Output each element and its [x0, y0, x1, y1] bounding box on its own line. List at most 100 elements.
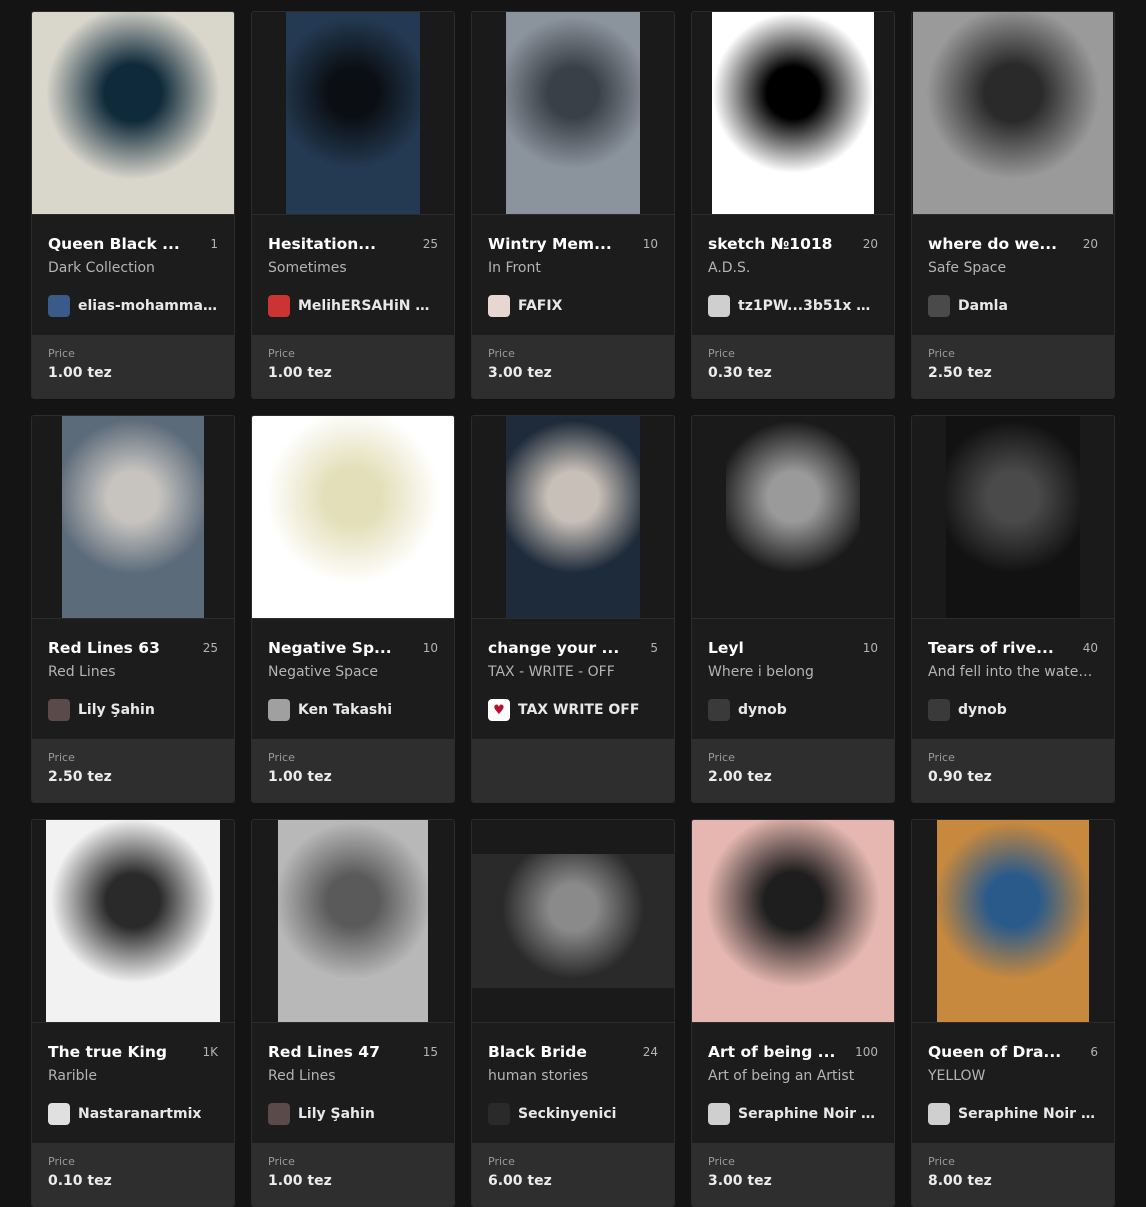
artwork-title[interactable]: Art of being ...: [708, 1043, 835, 1061]
artwork-title[interactable]: Red Lines 47: [268, 1043, 380, 1061]
price-box[interactable]: Price 3.00 tez: [472, 335, 674, 398]
artist-link[interactable]: Seraphine Noir @...: [708, 1102, 878, 1126]
artist-link[interactable]: Ken Takashi: [268, 698, 438, 722]
artist-link[interactable]: elias-mohammadi ..: [48, 294, 218, 318]
artwork-thumbnail[interactable]: [472, 12, 674, 215]
artist-link[interactable]: tz1PW...3b51x @s...: [708, 294, 878, 318]
artwork-title[interactable]: Red Lines 63: [48, 639, 160, 657]
collection-name[interactable]: In Front: [488, 260, 658, 276]
artwork-thumbnail[interactable]: [32, 12, 234, 215]
price-box[interactable]: Price 2.50 tez: [912, 335, 1114, 398]
collection-name[interactable]: Rarible: [48, 1068, 218, 1084]
artwork-card[interactable]: Wintry Mem... 10 In Front FAFIX Price 3.00 te…: [471, 11, 675, 399]
price-box[interactable]: Price 0.90 tez: [912, 739, 1114, 802]
avatar-icon: [48, 295, 70, 317]
price-box[interactable]: Price 1.00 tez: [252, 739, 454, 802]
artist-link[interactable]: Lily Şahin: [268, 1102, 438, 1126]
artwork-card[interactable]: Negative Sp... 10 Negative Space Ken Takash…: [251, 415, 455, 803]
artwork-card[interactable]: The true King 1K Rarible Nastaranartmix Pric…: [31, 819, 235, 1207]
collection-name[interactable]: Negative Space: [268, 664, 438, 680]
artwork-thumbnail[interactable]: [912, 12, 1114, 215]
artist-link[interactable]: Seckinyenici: [488, 1102, 658, 1126]
artist-link[interactable]: Damla: [928, 294, 1098, 318]
artwork-title[interactable]: Leyl: [708, 639, 744, 657]
artwork-card[interactable]: Tears of rive... 40 And fell into the wate…: [911, 415, 1115, 803]
artwork-thumbnail[interactable]: [252, 12, 454, 215]
artwork-thumbnail[interactable]: [252, 820, 454, 1023]
price-label: Price: [48, 1155, 75, 1168]
collection-name[interactable]: A.D.S.: [708, 260, 878, 276]
artwork-card[interactable]: where do we... 20 Safe Space Damla Price 2.50…: [911, 11, 1115, 399]
avatar-icon: [708, 295, 730, 317]
price-box[interactable]: [472, 739, 674, 802]
collection-name[interactable]: YELLOW: [928, 1068, 1098, 1084]
collection-name[interactable]: Red Lines: [48, 664, 218, 680]
artwork-title[interactable]: sketch №1018: [708, 235, 832, 253]
artwork-thumbnail[interactable]: [692, 416, 894, 619]
artwork-card[interactable]: sketch №1018 20 A.D.S. tz1PW...3b51x @s... P…: [691, 11, 895, 399]
price-box[interactable]: Price 6.00 tez: [472, 1143, 674, 1206]
artwork-card[interactable]: change your ... 5 TAX - WRITE - OFF ♥ TAX WR…: [471, 415, 675, 803]
price-box[interactable]: Price 1.00 tez: [252, 1143, 454, 1206]
artist-link[interactable]: Seraphine Noir @...: [928, 1102, 1098, 1126]
artwork-card[interactable]: Art of being ... 100 Art of being an Artis…: [691, 819, 895, 1207]
price-box[interactable]: Price 3.00 tez: [692, 1143, 894, 1206]
collection-name[interactable]: Art of being an Artist: [708, 1068, 878, 1084]
price-box[interactable]: Price 0.30 tez: [692, 335, 894, 398]
price-box[interactable]: Price 8.00 tez: [912, 1143, 1114, 1206]
artwork-thumbnail[interactable]: [912, 416, 1114, 619]
artist-link[interactable]: dynob: [928, 698, 1098, 722]
price-box[interactable]: Price 1.00 tez: [252, 335, 454, 398]
artist-link[interactable]: MelihERSAHiN @...: [268, 294, 438, 318]
artwork-thumbnail[interactable]: [692, 12, 894, 215]
artwork-title[interactable]: Negative Sp...: [268, 639, 392, 657]
collection-name[interactable]: Red Lines: [268, 1068, 438, 1084]
collection-name[interactable]: Where i belong: [708, 664, 878, 680]
price-label: Price: [928, 751, 955, 764]
artwork-thumbnail[interactable]: [472, 416, 674, 619]
artist-link[interactable]: FAFIX: [488, 294, 658, 318]
title-row: Black Bride 24: [488, 1023, 658, 1062]
artwork-card[interactable]: Queen Black ... 1 Dark Collection elias-moh…: [31, 11, 235, 399]
collection-name[interactable]: And fell into the water, ...: [928, 664, 1098, 680]
artwork-thumbnail[interactable]: [472, 820, 674, 1023]
artwork-thumbnail[interactable]: [32, 416, 234, 619]
collection-name[interactable]: Dark Collection: [48, 260, 218, 276]
artwork-thumbnail[interactable]: [252, 416, 454, 619]
artwork-thumbnail[interactable]: [692, 820, 894, 1023]
price-box[interactable]: Price 0.10 tez: [32, 1143, 234, 1206]
price-box[interactable]: Price 2.50 tez: [32, 739, 234, 802]
artwork-card[interactable]: Queen of Dra... 6 YELLOW Seraphine Noir @..…: [911, 819, 1115, 1207]
artist-link[interactable]: ♥ TAX WRITE OFF: [488, 698, 658, 722]
artwork-thumbnail[interactable]: [32, 820, 234, 1023]
artist-link[interactable]: Nastaranartmix: [48, 1102, 218, 1126]
artist-link[interactable]: Lily Şahin: [48, 698, 218, 722]
artwork-title[interactable]: Hesitation...: [268, 235, 376, 253]
collection-name[interactable]: Safe Space: [928, 260, 1098, 276]
artwork-title[interactable]: change your ...: [488, 639, 619, 657]
edition-count: 40: [1082, 641, 1098, 655]
artwork-title[interactable]: Queen Black ...: [48, 235, 180, 253]
collection-name[interactable]: Sometimes: [268, 260, 438, 276]
price-box[interactable]: Price 2.00 tez: [692, 739, 894, 802]
card-info: Negative Sp... 10 Negative Space Ken Takash…: [252, 619, 454, 739]
collection-name[interactable]: TAX - WRITE - OFF: [488, 664, 658, 680]
artwork-title[interactable]: Tears of rive...: [928, 639, 1054, 657]
artwork-title[interactable]: Black Bride: [488, 1043, 587, 1061]
artwork-card[interactable]: Red Lines 47 15 Red Lines Lily Şahin Price 1.…: [251, 819, 455, 1207]
artwork-title[interactable]: The true King: [48, 1043, 167, 1061]
collection-name[interactable]: human stories: [488, 1068, 658, 1084]
artist-name: TAX WRITE OFF: [518, 702, 640, 718]
artwork-card[interactable]: Hesitation... 25 Sometimes MelihERSAHiN @..…: [251, 11, 455, 399]
artwork-thumbnail[interactable]: [912, 820, 1114, 1023]
artwork-card[interactable]: Black Bride 24 human stories Seckinyenici Pr…: [471, 819, 675, 1207]
artwork-card[interactable]: Red Lines 63 25 Red Lines Lily Şahin Price 2.…: [31, 415, 235, 803]
artwork-image: [692, 820, 894, 1022]
artist-link[interactable]: dynob: [708, 698, 878, 722]
artwork-title[interactable]: Queen of Dra...: [928, 1043, 1061, 1061]
artwork-title[interactable]: Wintry Mem...: [488, 235, 612, 253]
title-row: Wintry Mem... 10: [488, 215, 658, 254]
artwork-card[interactable]: Leyl 10 Where i belong dynob Price 2.00 tez: [691, 415, 895, 803]
price-box[interactable]: Price 1.00 tez: [32, 335, 234, 398]
artwork-title[interactable]: where do we...: [928, 235, 1057, 253]
